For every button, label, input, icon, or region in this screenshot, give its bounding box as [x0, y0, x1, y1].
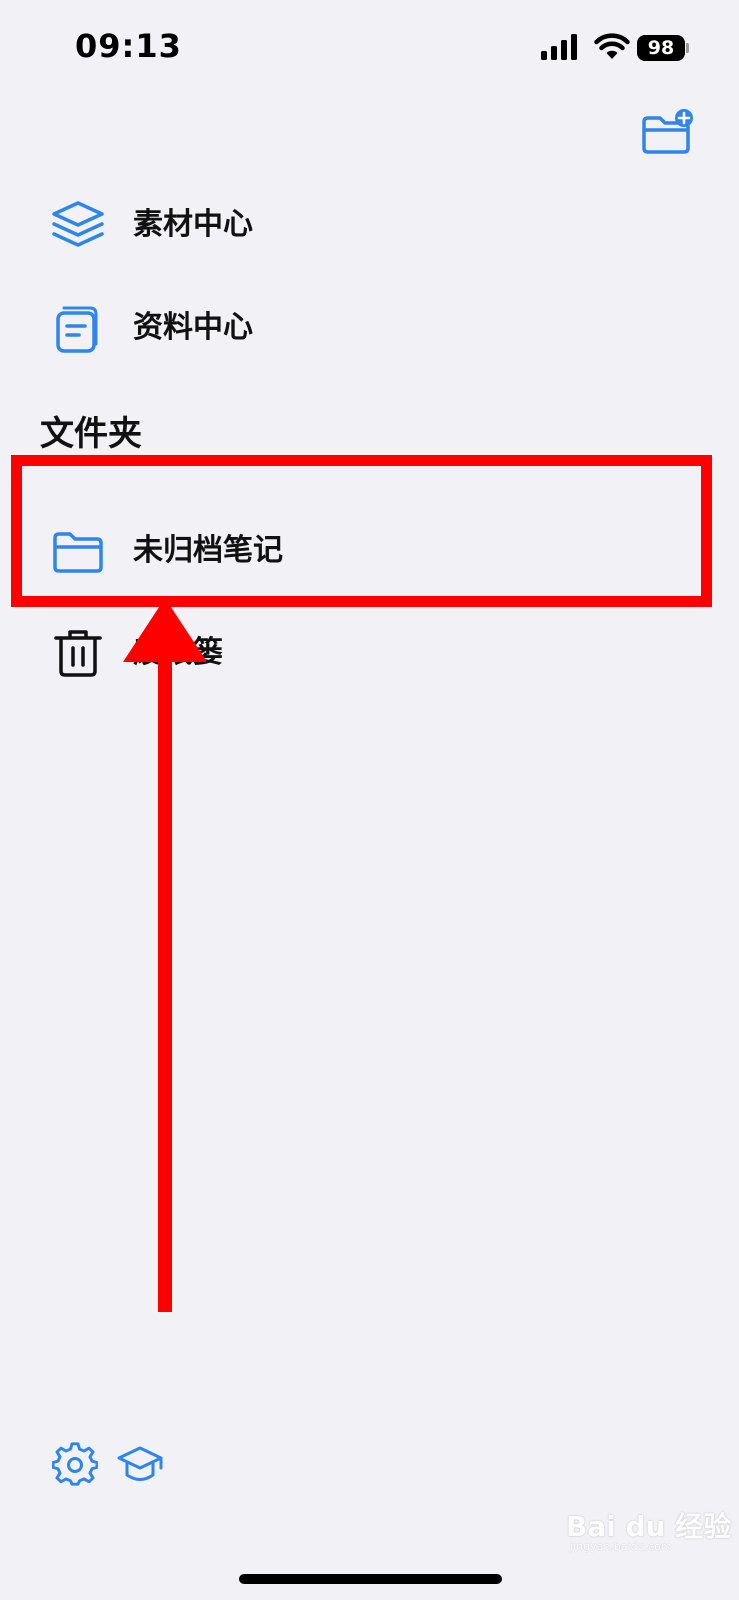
folders-section-title: 文件夹: [40, 414, 142, 454]
battery-level: 98: [637, 35, 685, 61]
home-indicator[interactable]: [239, 1574, 502, 1584]
cellular-signal-icon: [541, 34, 577, 60]
layers-icon: [52, 201, 104, 247]
trash-icon: [54, 630, 102, 677]
battery-cap: [686, 43, 689, 53]
wifi-icon: [594, 33, 630, 59]
menu-item-label: 资料中心: [133, 310, 253, 345]
folder-icon: [53, 532, 103, 573]
baidu-jingyan-watermark: Bai du 经验: [566, 1510, 732, 1543]
folder-item-label: 废纸篓: [133, 635, 223, 670]
new-folder-icon[interactable]: [640, 108, 696, 156]
graduation-cap-icon[interactable]: [117, 1442, 163, 1488]
battery-indicator: 98: [637, 35, 689, 61]
watermark-url: jingyan.baidu.com: [570, 1540, 672, 1553]
menu-item-label: 素材中心: [133, 207, 253, 242]
annotation-arrow-icon: [123, 598, 207, 1312]
menu-item-material-center[interactable]: 素材中心: [0, 179, 739, 269]
document-icon: [56, 306, 98, 353]
gear-icon[interactable]: [52, 1442, 98, 1488]
menu-item-resource-center[interactable]: 资料中心: [0, 282, 739, 372]
folder-item-unarchived-notes[interactable]: 未归档笔记: [0, 505, 739, 595]
folder-item-trash[interactable]: 废纸篓: [0, 607, 739, 697]
status-time: 09:13: [75, 27, 182, 65]
status-bar: 09:13 98: [0, 0, 739, 100]
folder-item-label: 未归档笔记: [133, 533, 283, 568]
